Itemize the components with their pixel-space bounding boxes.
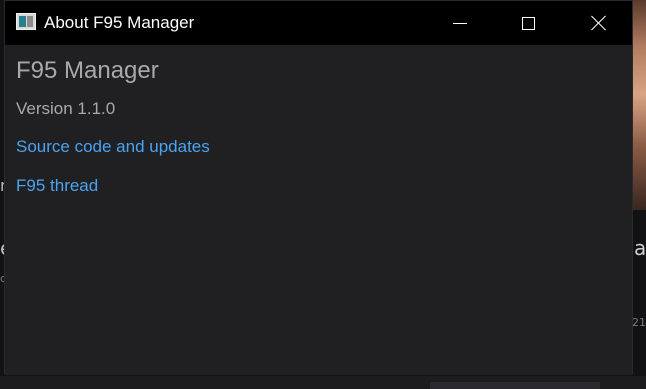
f95-thread-link[interactable]: F95 thread [16, 175, 98, 197]
source-code-link[interactable]: Source code and updates [16, 136, 210, 158]
close-button[interactable] [576, 1, 622, 45]
maximize-button[interactable] [505, 1, 551, 45]
title-bar[interactable]: About F95 Manager [5, 1, 632, 45]
window-title: About F95 Manager [44, 13, 195, 32]
background-text-fragment: 21 [632, 316, 646, 329]
version-label: Version 1.1.0 [16, 99, 116, 118]
maximize-icon [521, 16, 535, 30]
background-bottom-strip [430, 382, 600, 389]
app-window-icon [16, 13, 36, 30]
minimize-button[interactable] [437, 1, 483, 45]
close-icon [591, 15, 607, 31]
minimize-icon [453, 22, 467, 24]
app-name-heading: F95 Manager [16, 57, 159, 84]
about-dialog: About F95 Manager F95 Manager Version 1.… [4, 0, 633, 375]
background-text-fragment: a [634, 236, 646, 260]
about-content: F95 Manager Version 1.1.0 Source code an… [5, 45, 632, 375]
background-thumbnail [632, 0, 646, 210]
